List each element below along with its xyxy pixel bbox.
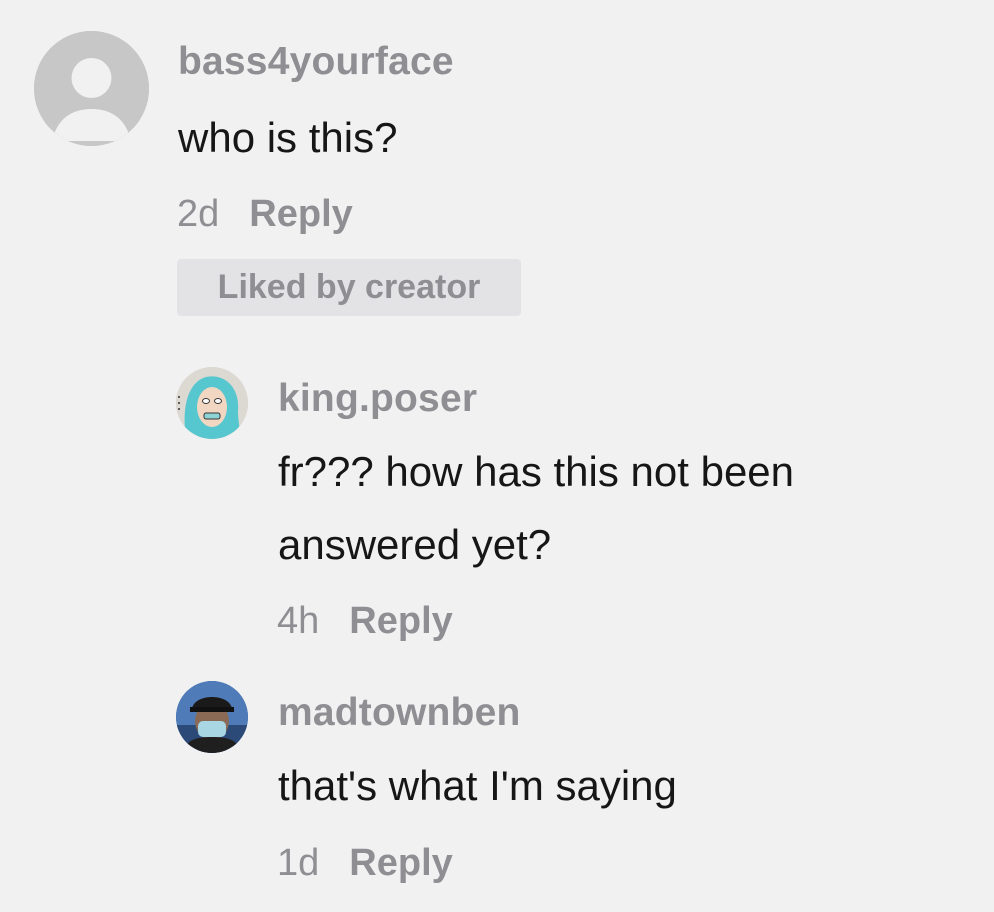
- reply-username[interactable]: king.poser: [278, 377, 477, 421]
- avatar[interactable]: [176, 681, 248, 753]
- liked-by-creator-badge: Liked by creator: [177, 259, 521, 316]
- reply-text-line-1: fr??? how has this not been: [278, 448, 795, 495]
- reply-age: 4h: [277, 600, 320, 642]
- reply-age: 1d: [277, 842, 320, 884]
- comment-thread: bass4yourface who is this? 2d Reply Like…: [0, 0, 994, 912]
- reply-meta: 4h Reply: [277, 600, 453, 643]
- comment-text: who is this?: [178, 114, 398, 161]
- avatar[interactable]: [176, 367, 248, 439]
- photo-avatar: [176, 681, 248, 753]
- reply-meta: 1d Reply: [277, 842, 453, 885]
- cartoon-face-avatar: [176, 367, 248, 439]
- reply-button[interactable]: Reply: [349, 600, 452, 643]
- reply-button[interactable]: Reply: [249, 193, 352, 236]
- reply-text-line-2: answered yet?: [278, 521, 552, 568]
- comment-meta: 2d Reply: [177, 193, 353, 236]
- default-user-icon: [34, 31, 149, 146]
- comment-username[interactable]: bass4yourface: [178, 40, 454, 84]
- avatar[interactable]: [34, 31, 149, 146]
- reply-username[interactable]: madtownben: [278, 691, 521, 735]
- comment-age: 2d: [177, 193, 220, 235]
- reply-button[interactable]: Reply: [349, 842, 452, 885]
- reply-text: that's what I'm saying: [278, 762, 677, 809]
